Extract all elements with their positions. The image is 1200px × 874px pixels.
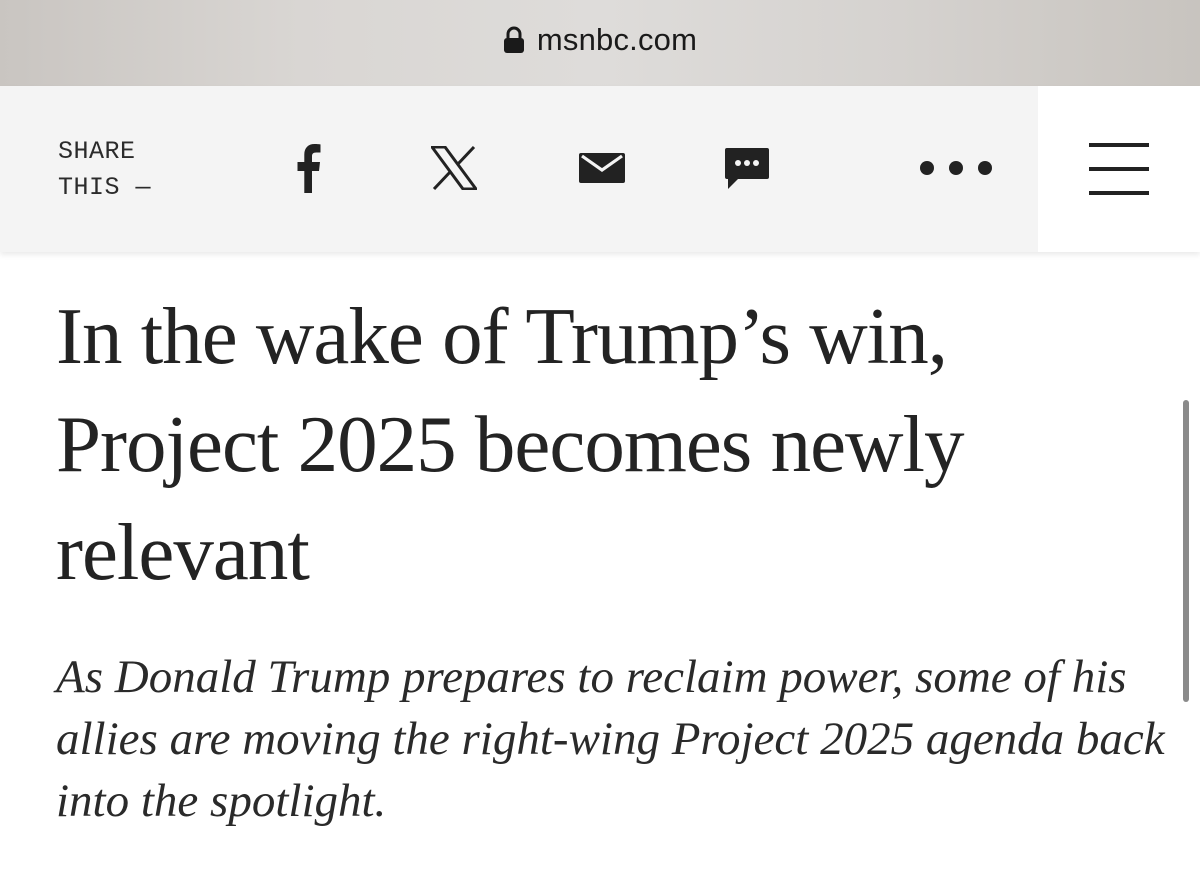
menu-panel [1038, 86, 1200, 252]
facebook-icon [297, 144, 321, 193]
mail-icon [579, 153, 625, 183]
url-text: msnbc.com [536, 22, 698, 57]
more-icon [920, 161, 992, 175]
url-display[interactable]: msnbc.com [503, 22, 697, 58]
lock-icon [503, 26, 524, 53]
article-dek: As Donald Trump prepares to reclaim powe… [56, 651, 1165, 827]
hamburger-menu-icon[interactable] [1089, 143, 1149, 195]
x-icon [431, 146, 477, 190]
x-share-button[interactable] [428, 142, 480, 194]
sms-share-button[interactable] [722, 144, 772, 194]
email-share-button[interactable] [576, 148, 628, 188]
article-headline: In the wake of Trump’s win, Project 2025… [56, 291, 965, 597]
facebook-share-button[interactable] [286, 140, 330, 196]
share-label-line1: SHARE [58, 137, 136, 166]
share-label-line2: THIS — [58, 173, 152, 202]
browser-address-bar[interactable]: msnbc.com [0, 0, 1200, 86]
share-this-label: SHARE THIS — [58, 134, 151, 206]
share-bar: SHARE THIS — [0, 86, 1200, 252]
sms-icon [725, 148, 769, 189]
more-share-options-button[interactable] [916, 156, 996, 180]
scrollbar[interactable] [1183, 400, 1189, 702]
